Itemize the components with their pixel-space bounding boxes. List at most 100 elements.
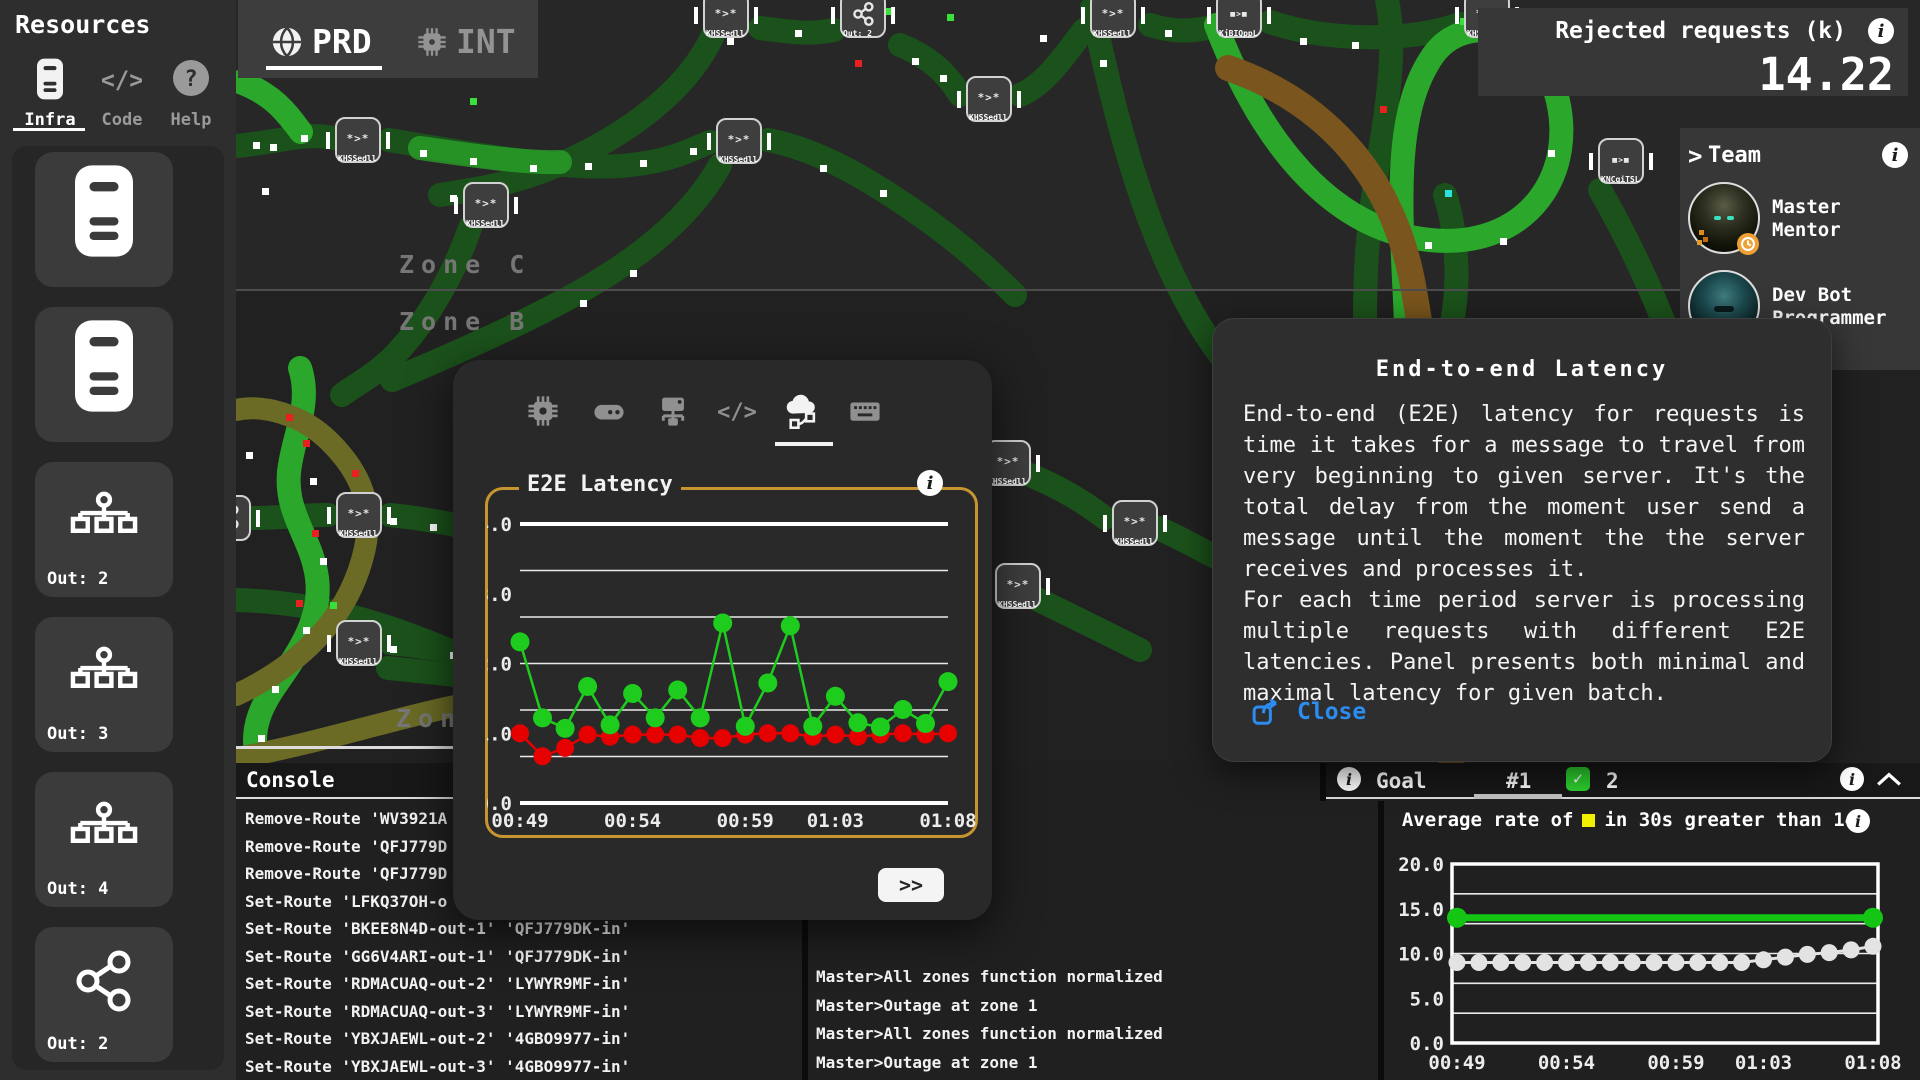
tab-network-metric[interactable]	[775, 388, 827, 434]
svg-text:00:54: 00:54	[1538, 1052, 1595, 1074]
svg-text:</>: </>	[102, 66, 142, 94]
console-line: Set-Route 'YBXJAEWL-out-2' '4GBO9977-in'	[245, 1025, 630, 1053]
tab-code[interactable]: </> Code	[92, 58, 152, 130]
tab-infra-label: Infra	[14, 110, 86, 130]
tab-prd[interactable]: PRD	[270, 22, 372, 61]
info-icon[interactable]: i	[1882, 142, 1908, 168]
resource-server-1[interactable]	[35, 152, 173, 287]
tab-help[interactable]: ? Help	[160, 58, 222, 130]
svg-text:3.0: 3.0	[487, 584, 512, 606]
traffic-particle	[1425, 242, 1432, 249]
console-title: Console	[246, 768, 335, 792]
console-line: Set-Route 'GG6V4ARI-out-1' 'QFJ779DK-in'	[245, 943, 630, 971]
traffic-particle	[640, 160, 647, 167]
traffic-particle	[947, 14, 954, 21]
info-icon[interactable]: i	[1337, 767, 1361, 791]
active-env-underline	[266, 66, 382, 70]
keyboard-icon	[846, 394, 884, 428]
traffic-particle	[912, 58, 919, 65]
e2e-info-panel: End-to-end Latency End-to-end (E2E) late…	[1212, 318, 1832, 762]
sidebar-title: Resources	[15, 10, 150, 39]
share-nodes-icon	[72, 949, 136, 1013]
traffic-particle	[1500, 238, 1507, 245]
host-icon	[655, 394, 691, 428]
traffic-particle	[820, 165, 827, 172]
traffic-particle	[1300, 38, 1307, 45]
tab-memory-metric[interactable]	[583, 388, 635, 434]
info-icon[interactable]: i	[1846, 809, 1870, 833]
info-icon[interactable]: i	[917, 470, 943, 496]
resource-balancer-2[interactable]: Out: 3	[35, 617, 173, 752]
console-line: Set-Route 'RDMACUAQ-out-3' 'LYWYR9MF-in'	[245, 998, 630, 1026]
globe-icon	[270, 25, 304, 59]
member-name: Master Mentor	[1772, 196, 1902, 242]
rejected-requests-value: 14.22	[1759, 48, 1894, 101]
svg-text:2.0: 2.0	[487, 654, 512, 676]
traffic-particle	[262, 188, 269, 195]
info-icon[interactable]: i	[1840, 767, 1864, 791]
traffic-particle	[940, 75, 947, 82]
tab-host-metric[interactable]	[647, 388, 699, 434]
tab-cpu-metric[interactable]	[517, 388, 569, 434]
info-icon[interactable]: i	[1868, 18, 1894, 44]
server-icon	[37, 58, 63, 100]
chevron-right-icon[interactable]: >	[1688, 142, 1702, 170]
tab-code-label: Code	[92, 110, 152, 130]
resources-sidebar: Resources Infra </> Code ? Help	[0, 0, 236, 1080]
out-count-label: Out: 4	[47, 879, 108, 899]
rejected-requests-panel: Rejected requests (k) i 14.22	[1478, 8, 1908, 96]
goal-title: Goal	[1376, 769, 1427, 793]
tab-int[interactable]: INT	[416, 22, 516, 61]
traffic-particle	[1040, 35, 1047, 42]
out-count-label: Out: 2	[47, 569, 108, 589]
traffic-particle	[580, 300, 587, 307]
info-panel-body: End-to-end (E2E) latency for requests is…	[1243, 399, 1805, 709]
cloud-network-icon	[781, 393, 821, 429]
yellow-square-icon	[1582, 814, 1595, 827]
goal-completed-count: 2	[1606, 769, 1619, 793]
traffic-particle	[390, 646, 397, 653]
traffic-particle	[1460, 18, 1467, 25]
tab-code-metric[interactable]: </>	[711, 388, 763, 434]
traffic-particle	[296, 600, 303, 607]
clock-badge-icon	[1736, 232, 1760, 256]
svg-text:00:59: 00:59	[1647, 1052, 1704, 1074]
traffic-particle	[1100, 60, 1107, 67]
resource-server-2[interactable]	[35, 307, 173, 442]
metrics-modal: </> E2E Latency	[453, 360, 992, 920]
svg-text:20.0: 20.0	[1398, 854, 1444, 876]
goal-check-icon[interactable]: ✓	[1566, 767, 1590, 791]
traffic-particle	[272, 686, 279, 693]
svg-text:00:49: 00:49	[491, 810, 548, 832]
info-panel-title: End-to-end Latency	[1213, 357, 1831, 382]
e2e-latency-chart: 4.03.02.01.00.000:4900:5400:5901:0301:08	[487, 489, 980, 836]
svg-text:15.0: 15.0	[1398, 899, 1444, 921]
chat-message: Master>All zones function normalized	[816, 1020, 1163, 1049]
traffic-particle	[303, 627, 310, 634]
out-count-label: Out: 2	[47, 1034, 108, 1054]
tab-prd-label: PRD	[312, 22, 372, 61]
svg-text:10.0: 10.0	[1398, 944, 1444, 966]
team-title: Team	[1708, 143, 1761, 168]
tab-logs-metric[interactable]	[839, 388, 891, 434]
resource-balancer-1[interactable]: Out: 2	[35, 462, 173, 597]
tab-infra[interactable]: Infra	[14, 58, 86, 130]
traffic-particle	[352, 470, 359, 477]
traffic-particle	[470, 98, 477, 105]
traffic-particle	[530, 165, 537, 172]
load-balancer-icon	[70, 796, 138, 856]
next-button[interactable]: >>	[878, 868, 944, 902]
svg-text:01:08: 01:08	[919, 810, 976, 832]
traffic-particle	[450, 195, 457, 202]
chevron-up-icon[interactable]	[1876, 771, 1902, 787]
traffic-particle	[310, 478, 317, 485]
goal-tab-1[interactable]: #1	[1506, 769, 1531, 793]
resource-balancer-3[interactable]: Out: 4	[35, 772, 173, 907]
traffic-particle	[420, 150, 427, 157]
traffic-particle	[880, 190, 887, 197]
panel-divider	[1378, 801, 1384, 1080]
close-button[interactable]: Close	[1251, 697, 1366, 727]
code-icon: </>	[102, 58, 142, 100]
resource-share-1[interactable]: Out: 2	[35, 927, 173, 1062]
cpu-icon	[526, 394, 560, 428]
